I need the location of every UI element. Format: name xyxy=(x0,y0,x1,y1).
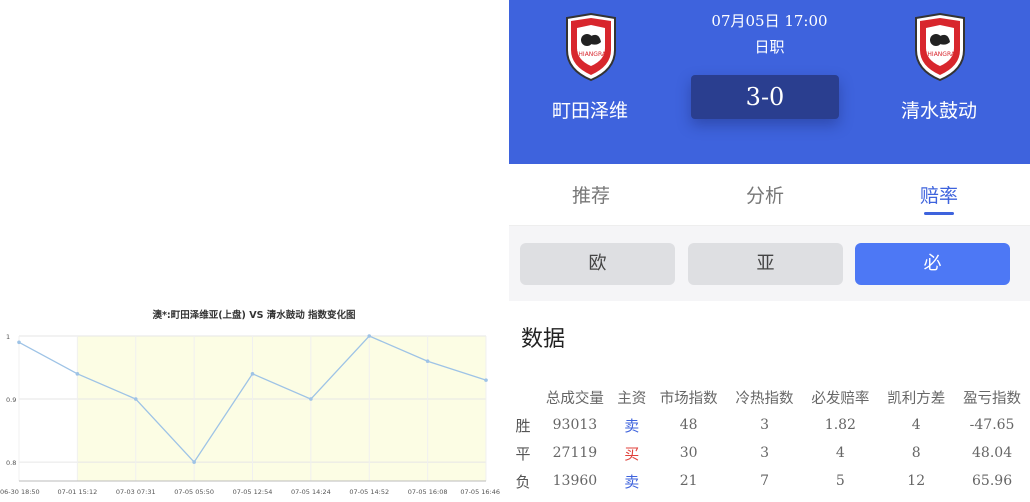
data-point xyxy=(17,340,21,345)
x-tick-label: 07-01 15:12 xyxy=(58,488,98,496)
table-cell-market: 48 xyxy=(679,417,698,433)
column-header: 凯利方差 xyxy=(887,390,946,407)
data-point xyxy=(367,334,372,338)
odds-change-chart: 澳*:町田泽维亚(上盘) VS 清水鼓动 指数变化图 0.8 0.9 1 06-30 … xyxy=(0,300,500,502)
x-tick-label: 07-05 16:08 xyxy=(408,488,448,496)
row-label: 胜 xyxy=(515,416,531,435)
table-cell-hot: 7 xyxy=(760,473,769,489)
side-badge: 卖 xyxy=(624,472,640,491)
table-cell-odds: 4 xyxy=(835,445,845,461)
column-header-blank xyxy=(509,383,537,411)
table-cell-market: 30 xyxy=(679,445,698,461)
table-cell-volume: 93013 xyxy=(552,417,598,433)
odds-type-tabs: 欧 亚 必 xyxy=(509,227,1030,301)
x-tick-label: 07-05 14:52 xyxy=(349,488,389,496)
x-tick-label: 07-05 16:46 xyxy=(460,488,500,496)
main-tabs: 推荐 分析 赔率 xyxy=(509,164,1030,226)
column-header: 必发赔率 xyxy=(811,390,870,407)
y-tick-label: 1 xyxy=(6,333,10,341)
data-point xyxy=(425,359,430,364)
match-league: 日职 xyxy=(754,38,785,56)
table-cell-odds: 1.82 xyxy=(824,417,856,433)
table-cell-kelly: 4 xyxy=(911,417,921,433)
match-panel: CHIANGRAI CHIANGRAI 町田泽维 清水鼓动 07月05日 17:… xyxy=(509,0,1030,502)
x-tick-label: 07-05 14:24 xyxy=(291,488,331,496)
subtab-european[interactable]: 欧 xyxy=(520,243,675,285)
table-row: 胜 93013 卖 48 3 1.82 4 -47.65 xyxy=(509,411,1030,439)
table-cell-volume: 27119 xyxy=(552,445,598,461)
data-point xyxy=(250,372,255,376)
table-header-row: 总成交量 主资 市场指数 冷热指数 必发赔率 凯利方差 盈亏指数 xyxy=(509,383,1030,411)
tab-odds[interactable]: 赔率 xyxy=(879,181,999,208)
table-cell-kelly: 8 xyxy=(911,445,921,461)
home-team-name[interactable]: 町田泽维 xyxy=(515,96,665,123)
column-header: 市场指数 xyxy=(659,390,718,407)
active-tab-indicator xyxy=(924,212,954,215)
data-section-title: 数据 xyxy=(521,327,566,352)
table-cell-volume: 13960 xyxy=(552,473,598,489)
table-cell-hot: 3 xyxy=(760,417,769,433)
data-point xyxy=(484,378,488,382)
column-header: 冷热指数 xyxy=(735,390,794,407)
odds-chart-svg: 澳*:町田泽维亚(上盘) VS 清水鼓动 指数变化图 0.8 0.9 1 06-30 … xyxy=(0,309,500,496)
away-team-name[interactable]: 清水鼓动 xyxy=(864,96,1014,123)
table-cell-pnl: 65.96 xyxy=(972,473,1013,489)
table-cell-hot: 3 xyxy=(760,445,769,461)
chart-title: 澳*:町田泽维亚(上盘) VS 清水鼓动 指数变化图 xyxy=(152,309,355,321)
stats-table: 总成交量 主资 市场指数 冷热指数 必发赔率 凯利方差 盈亏指数 胜 93013 卖… xyxy=(509,383,1030,495)
table-cell-pnl: 48.04 xyxy=(972,445,1013,461)
data-section: 数据 总成交量 主资 市场指数 冷热指数 必发赔率 凯利方差 盈亏指数 胜 930… xyxy=(509,301,1030,502)
side-badge: 卖 xyxy=(624,416,640,435)
tab-analysis[interactable]: 分析 xyxy=(705,181,825,208)
x-tick-label: 07-03 07:31 xyxy=(116,488,156,496)
subtab-asian[interactable]: 亚 xyxy=(688,243,843,285)
data-point xyxy=(192,460,196,464)
x-tick-label: 07-05 05:50 xyxy=(174,488,214,496)
row-label: 平 xyxy=(515,444,531,463)
match-header: CHIANGRAI CHIANGRAI 町田泽维 清水鼓动 07月05日 17:… xyxy=(509,0,1030,164)
match-score: 3-0 xyxy=(691,75,839,119)
y-tick-label: 0.8 xyxy=(6,459,16,467)
x-tick-label: 07-05 12:54 xyxy=(233,488,273,496)
table-cell-odds: 5 xyxy=(835,473,845,489)
column-header: 总成交量 xyxy=(545,390,604,407)
row-label: 负 xyxy=(515,472,531,491)
table-row: 平 27119 买 30 3 4 8 48.04 xyxy=(509,439,1030,467)
x-tick-label: 06-30 18:50 xyxy=(0,488,40,496)
y-tick-label: 0.9 xyxy=(6,396,16,404)
match-datetime: 07月05日 17:00 xyxy=(711,12,828,30)
data-point xyxy=(133,397,138,401)
data-point xyxy=(75,372,80,376)
side-badge: 买 xyxy=(624,444,640,463)
table-cell-kelly: 12 xyxy=(907,473,926,489)
table-cell-pnl: -47.65 xyxy=(969,417,1015,433)
column-header: 盈亏指数 xyxy=(963,390,1022,407)
table-cell-market: 21 xyxy=(679,473,698,489)
tab-recommend[interactable]: 推荐 xyxy=(531,181,651,208)
data-point xyxy=(309,397,313,401)
table-row: 负 13960 卖 21 7 5 12 65.96 xyxy=(509,467,1030,495)
subtab-betfair[interactable]: 必 xyxy=(855,243,1010,285)
chart-highlight-band xyxy=(77,336,486,481)
column-header: 主资 xyxy=(617,390,647,407)
